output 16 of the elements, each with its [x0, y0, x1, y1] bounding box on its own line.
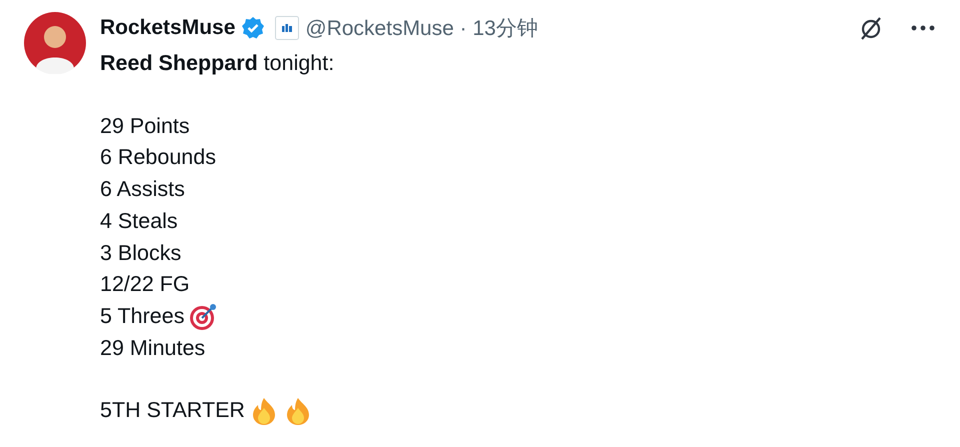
avatar[interactable] — [24, 12, 86, 74]
tweet-text-line: 5TH STARTER — [100, 397, 245, 424]
tweet-text-line: 3 Blocks — [100, 240, 182, 267]
tweet-text-line: 5 Threes — [100, 302, 184, 330]
tweet-text-line: Reed Sheppard tonight: — [100, 50, 334, 77]
tweet-text-line: 4 Steals — [100, 208, 178, 235]
handle-and-time: @RocketsMuse · 13分钟 — [305, 16, 538, 42]
more-options-icon[interactable] — [910, 24, 936, 32]
tweet-text-line: 29 Points — [100, 112, 190, 140]
author-name[interactable]: RocketsMuse — [100, 16, 236, 40]
affiliate-badge-icon — [275, 16, 300, 40]
tweet-text-line: 29 Minutes — [100, 334, 206, 362]
tweet-text-line: 6 Assists — [100, 176, 185, 204]
tweet-text-line: 12/22 FG — [100, 271, 190, 298]
target-icon — [188, 302, 218, 332]
tweet-text-line: 6 Rebounds — [100, 144, 216, 172]
